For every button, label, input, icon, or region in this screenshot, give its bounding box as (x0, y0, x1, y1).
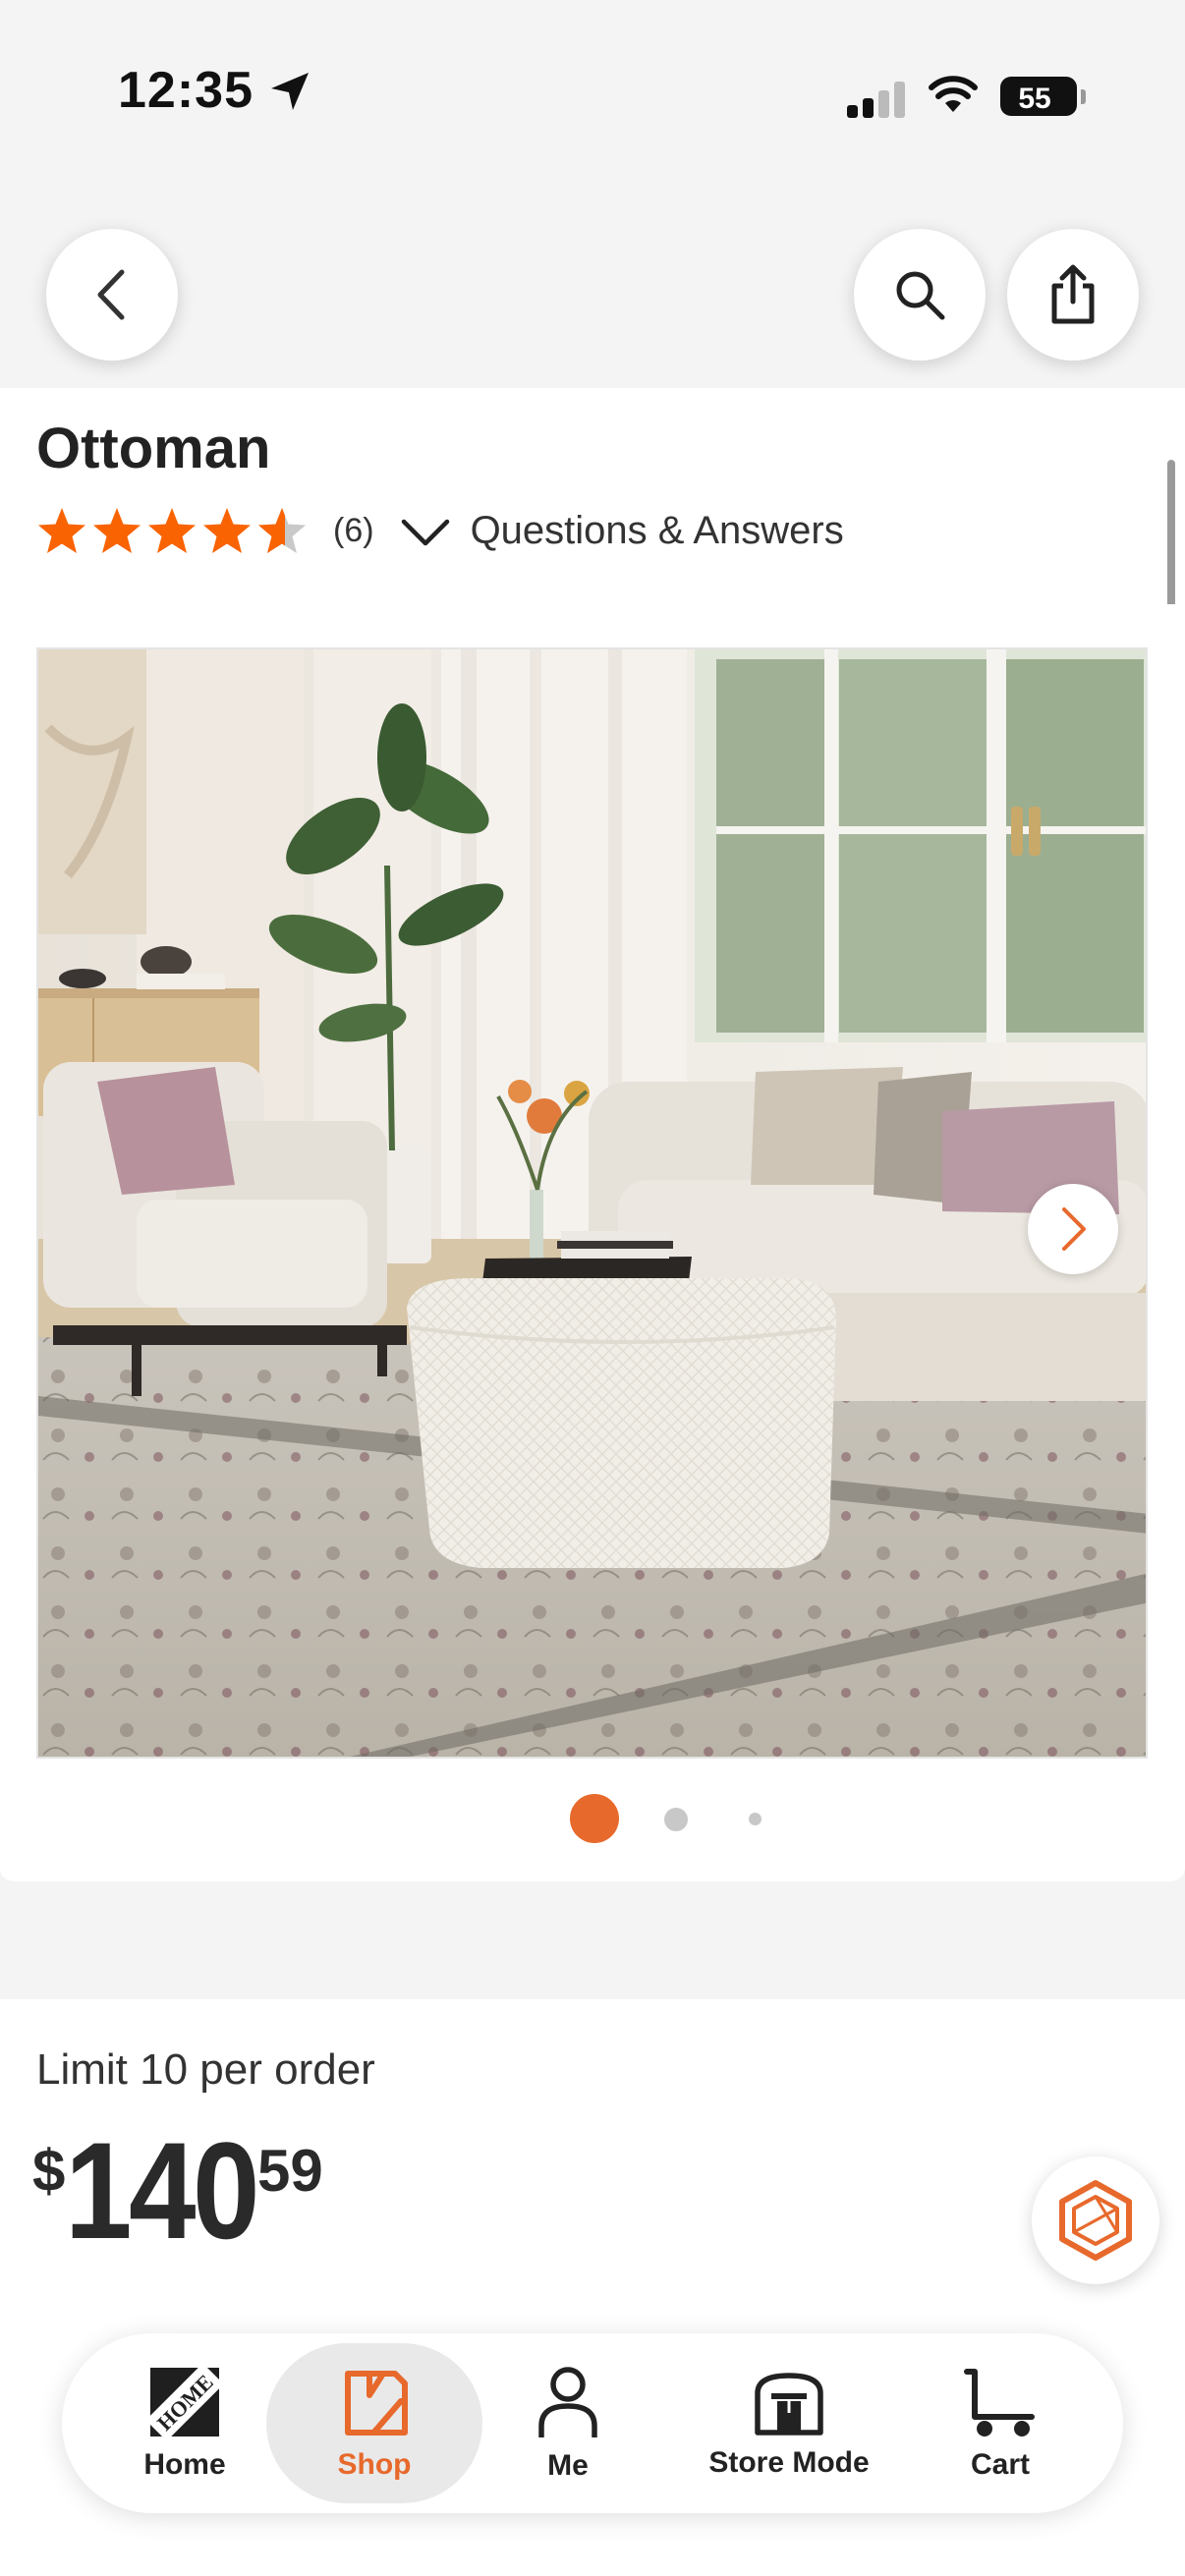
tab-label: Me (547, 2448, 589, 2482)
star-icon (93, 508, 141, 553)
share-icon (1051, 264, 1095, 324)
chevron-left-icon (97, 269, 125, 320)
assistant-button[interactable] (1032, 2156, 1159, 2284)
questions-answers-link[interactable]: Questions & Answers (471, 509, 844, 553)
star-rating (36, 506, 308, 555)
cart-icon (964, 2368, 1035, 2436)
tab-label: Home (143, 2447, 226, 2481)
order-limit-text: Limit 10 per order (36, 2045, 375, 2094)
pagination-dot-active[interactable] (570, 1794, 619, 1843)
battery-icon: 55 (1000, 77, 1077, 116)
back-button[interactable] (46, 229, 178, 361)
bottom-tab-bar: HOME Home Shop Me Store Mode Cart (62, 2333, 1123, 2513)
product-image[interactable] (36, 647, 1148, 1759)
wifi-icon (929, 76, 978, 112)
review-count[interactable]: (6) (333, 512, 374, 550)
tab-store-mode[interactable]: Store Mode (671, 2343, 907, 2503)
search-button[interactable] (854, 229, 986, 361)
tab-shop[interactable]: Shop (266, 2343, 482, 2503)
tab-home[interactable]: HOME Home (111, 2343, 258, 2503)
location-arrow-icon (271, 73, 309, 110)
pagination-dot[interactable] (749, 1813, 762, 1825)
rating-row[interactable]: (6) Questions & Answers (36, 501, 844, 560)
price-dollars: 140 (65, 2113, 260, 2268)
tab-label: Shop (337, 2447, 412, 2481)
tab-label: Store Mode (708, 2445, 870, 2479)
chevron-down-icon[interactable] (400, 516, 451, 549)
home-depot-logo-icon: HOME (148, 2365, 221, 2438)
share-button[interactable] (1007, 229, 1139, 361)
battery-level: 55 (1018, 83, 1051, 115)
search-icon (896, 271, 945, 320)
chevron-right-icon (1062, 1207, 1086, 1251)
next-image-button[interactable] (1028, 1184, 1118, 1274)
image-gallery (0, 604, 1185, 1881)
cellular-signal-icon (847, 79, 906, 118)
price-cents: 59 (256, 2138, 323, 2204)
status-bar: 12:35 55 (0, 0, 1185, 196)
half-star-icon (258, 508, 306, 553)
product-title: Ottoman (36, 417, 271, 480)
star-icon (203, 508, 251, 553)
price-currency: $ (32, 2138, 66, 2204)
tab-cart[interactable]: Cart (927, 2343, 1074, 2503)
image-pagination (0, 1794, 1185, 1843)
pagination-dot[interactable] (664, 1808, 688, 1831)
living-room-photo (38, 649, 1146, 1757)
hexagon-assistant-icon (1059, 2180, 1132, 2261)
store-icon (755, 2372, 823, 2436)
tab-me[interactable]: Me (494, 2343, 642, 2503)
star-icon (148, 508, 196, 553)
tab-label: Cart (970, 2447, 1030, 2481)
battery-cap (1081, 89, 1086, 104)
star-icon (38, 508, 85, 553)
person-icon (538, 2366, 597, 2437)
product-page: 12:35 55 Ottoman (6) Questions & Answers… (0, 0, 1185, 2576)
price: $ 140 59 (32, 2117, 323, 2265)
product-header: Ottoman (6) Questions & Answers (0, 388, 1185, 604)
status-time: 12:35 (118, 62, 254, 119)
shop-icon (345, 2370, 408, 2436)
